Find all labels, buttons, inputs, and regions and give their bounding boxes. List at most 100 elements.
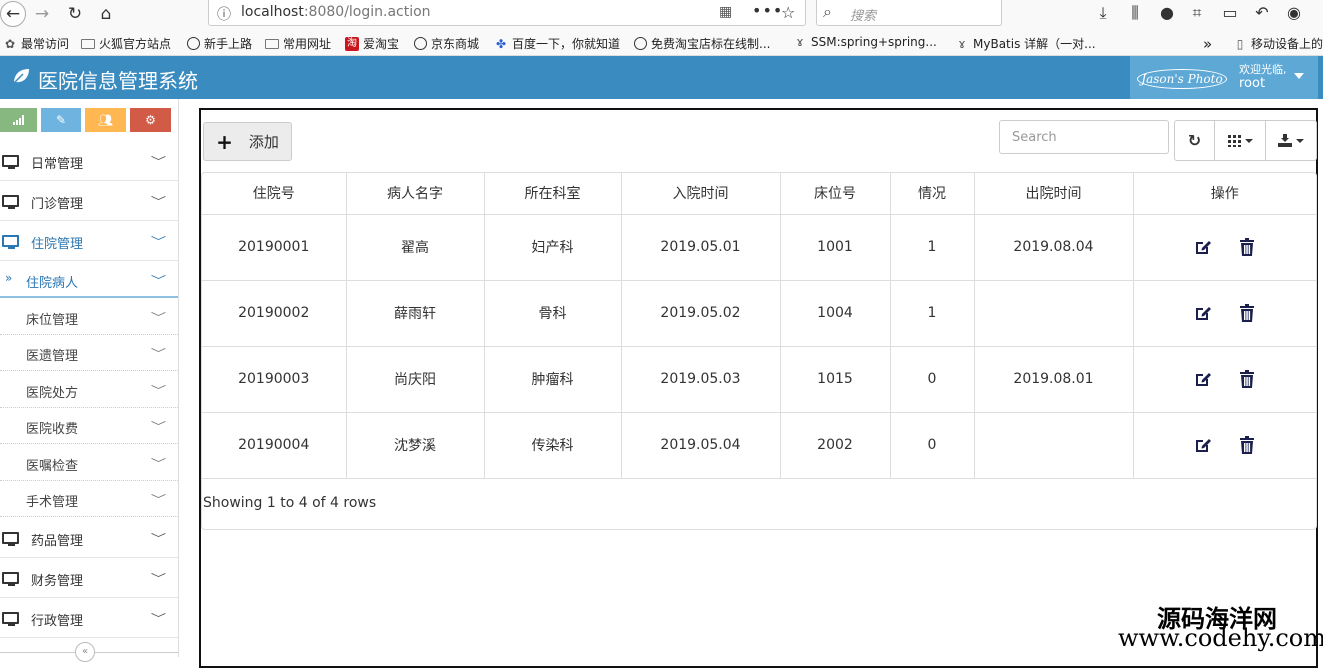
chat-icon[interactable]: ● (1157, 3, 1177, 22)
library-icon[interactable]: ⫼ (1125, 3, 1145, 23)
menu-drugs[interactable]: 药品管理 ﹀ (0, 518, 178, 558)
undo-icon[interactable]: ↶ (1252, 3, 1272, 22)
menu-inpatient[interactable]: 住院管理 ﹀ (0, 221, 178, 261)
submenu-surgery[interactable]: 手术管理 ﹀ (0, 481, 178, 517)
edit-icon[interactable] (1194, 436, 1212, 454)
users-shortcut-button[interactable]: 👥︎ (85, 108, 126, 132)
menu-label: 财务管理 (31, 574, 84, 589)
caret-down-icon[interactable] (1294, 73, 1304, 79)
add-button[interactable]: + 添加 (203, 122, 292, 161)
home-icon[interactable]: ⌂ (94, 2, 118, 26)
submenu-orders[interactable]: 医嘱检查 ﹀ (0, 445, 178, 481)
trash-icon[interactable] (1238, 436, 1256, 454)
trash-icon[interactable] (1238, 304, 1256, 322)
signal-chart-button[interactable] (0, 108, 37, 132)
bookmark-item[interactable]: ✿ 最常访问 (3, 35, 69, 52)
settings-shortcut-button[interactable]: ⚙ (130, 108, 171, 132)
export-button[interactable] (1265, 120, 1317, 161)
app-header: 医院信息管理系统 Jason's Photo 欢迎光临, root (0, 56, 1323, 99)
refresh-button[interactable]: ↻ (1174, 120, 1215, 161)
cell-actions (1133, 214, 1316, 281)
edit-icon[interactable] (1194, 304, 1212, 322)
avatar[interactable]: Jason's Photo (1137, 69, 1227, 89)
cell-admit-date: 2019.05.03 (621, 346, 781, 413)
column-header[interactable]: 病人名字 (346, 173, 485, 215)
qr-code-icon[interactable]: ▦ (719, 4, 732, 20)
submenu-bed[interactable]: 床位管理 ﹀ (0, 299, 178, 335)
bookmark-item[interactable]: 火狐官方站点 (81, 35, 171, 52)
bookmark-item[interactable]: 京东商城 (414, 35, 479, 52)
browser-search-placeholder: 搜索 (850, 9, 877, 24)
cell-status: 1 (890, 214, 975, 281)
menu-icon[interactable]: ◉ (1284, 3, 1304, 22)
submenu-inpatient-patients[interactable]: » 住院病人 ﹀ (0, 262, 178, 298)
submenu-prescription[interactable]: 医院处方 ﹀ (0, 372, 178, 408)
bookmark-item[interactable]: 淘爱淘宝 (345, 35, 399, 52)
chevron-down-icon: ﹀ (150, 155, 167, 168)
chevron-down-icon: ﹀ (150, 235, 167, 248)
bookmark-item[interactable]: 免费淘宝店标在线制... (634, 35, 770, 52)
bookmark-label: 百度一下，你就知道 (512, 37, 621, 51)
desktop-icon (2, 532, 19, 546)
submenu-medical-record[interactable]: 医遗管理 ﹀ (0, 335, 178, 371)
edit-shortcut-button[interactable]: ✎ (41, 108, 81, 132)
collapse-sidebar-icon[interactable]: « (75, 642, 95, 662)
browser-toolbar: ← → ↻ ⌂ ⓘ localhost:8080/login.action ▦ … (0, 0, 1323, 28)
bookmarks-overflow-icon[interactable]: » (1203, 35, 1212, 53)
user-menu[interactable]: Jason's Photo 欢迎光临, root (1130, 56, 1318, 99)
menu-daily[interactable]: 日常管理 ﹀ (0, 141, 178, 181)
watermark-url: www.codehy.com (1118, 624, 1323, 652)
submenu-label: 医嘱检查 (26, 459, 79, 474)
chevron-down-icon: ﹀ (150, 311, 167, 324)
menu-outpatient[interactable]: 门诊管理 ﹀ (0, 181, 178, 221)
cell-discharge-date (974, 280, 1134, 347)
submenu-charges[interactable]: 医院收费 ﹀ (0, 408, 178, 444)
column-header[interactable]: 入院时间 (621, 173, 781, 215)
cell-discharge-date: 2019.08.01 (974, 346, 1134, 413)
menu-finance[interactable]: 财务管理 ﹀ (0, 558, 178, 598)
trash-icon[interactable] (1238, 238, 1256, 256)
reload-icon[interactable]: ↻ (63, 2, 87, 26)
forward-arrow-icon[interactable]: → (30, 2, 54, 26)
more-actions-icon[interactable]: ••• (752, 1, 783, 20)
cell-patient-name: 翟高 (346, 214, 485, 281)
edit-icon[interactable] (1194, 370, 1212, 388)
table-tools: ↻ (1174, 120, 1317, 161)
column-header[interactable]: 住院号 (202, 173, 347, 215)
content-frame: + 添加 ↻ 住院号 病人名 (199, 108, 1318, 668)
edit-icon[interactable] (1194, 238, 1212, 256)
address-bar[interactable]: ⓘ localhost:8080/login.action ▦ ••• ☆ (208, 0, 806, 26)
column-header[interactable]: 床位号 (780, 173, 891, 215)
columns-toggle-button[interactable] (1214, 120, 1266, 161)
info-icon[interactable]: ⓘ (217, 4, 231, 24)
browser-search-box[interactable]: ⌕ 搜索 (816, 0, 1002, 26)
bookmark-item[interactable]: 新手上路 (187, 35, 252, 52)
download-icon[interactable]: ⤓ (1093, 3, 1113, 23)
trash-icon[interactable] (1238, 370, 1256, 388)
cell-patient-name: 尚庆阳 (346, 346, 485, 413)
table-search-input[interactable] (999, 120, 1169, 154)
crop-icon[interactable]: ⌗ (1187, 3, 1207, 23)
chevron-down-icon: ﹀ (150, 572, 167, 585)
chevron-down-icon: ﹀ (150, 274, 167, 287)
cell-department: 骨科 (484, 280, 622, 347)
submenu-label: 住院病人 (26, 276, 79, 291)
chevron-down-icon: ﹀ (150, 195, 167, 208)
bookmark-item[interactable]: ɤ SSM:spring+spring... (793, 35, 936, 49)
globe-icon (187, 37, 200, 50)
back-arrow-icon[interactable]: ← (0, 1, 26, 27)
cell-patient-name: 薛雨轩 (346, 280, 485, 347)
column-header[interactable]: 情况 (890, 173, 975, 215)
menu-admin[interactable]: 行政管理 ﹀ (0, 598, 178, 638)
bookmark-star-icon[interactable]: ☆ (781, 3, 795, 22)
bookmark-item[interactable]: 常用网址 (265, 35, 331, 52)
username: root (1239, 76, 1266, 91)
bookmark-item[interactable]: ▯ 移动设备上的书 (1233, 35, 1323, 52)
column-header[interactable]: 出院时间 (974, 173, 1134, 215)
sidebar-toggle-icon[interactable]: ▭ (1220, 3, 1240, 22)
bookmark-item[interactable]: ɤ MyBatis 详解（一对... (955, 35, 1095, 52)
gear-icon: ✿ (4, 36, 16, 51)
bookmark-item[interactable]: ✤ 百度一下，你就知道 (494, 35, 620, 52)
column-header[interactable]: 所在科室 (484, 173, 622, 215)
bookmark-label: 新手上路 (204, 37, 253, 51)
